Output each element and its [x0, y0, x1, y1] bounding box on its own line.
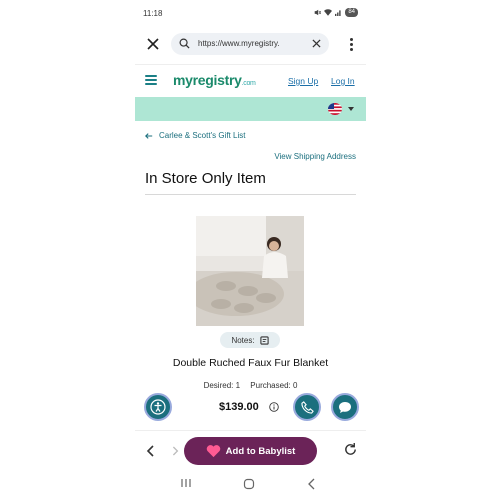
mute-icon	[315, 9, 322, 16]
info-icon[interactable]	[269, 402, 279, 412]
close-tab-icon[interactable]	[145, 36, 161, 52]
country-band	[135, 97, 366, 121]
site-logo[interactable]: myregistry.com	[173, 72, 256, 88]
browser-address-row: https://www.myregistry.	[135, 30, 366, 58]
signal-icon	[335, 10, 341, 16]
back-link-label: Carlee & Scott's Gift List	[159, 131, 246, 140]
view-shipping-address-link[interactable]: View Shipping Address	[274, 152, 356, 161]
add-to-babylist-label: Add to Babylist	[225, 445, 296, 457]
url-field[interactable]: https://www.myregistry.	[171, 33, 329, 55]
home-icon[interactable]	[243, 478, 255, 490]
accessibility-button[interactable]	[144, 393, 172, 421]
back-to-gift-list-link[interactable]: Carlee & Scott's Gift List	[145, 131, 245, 140]
notes-button[interactable]: Notes:	[220, 332, 280, 348]
status-time: 11:18	[143, 9, 163, 18]
us-flag-icon[interactable]	[328, 103, 342, 115]
sign-up-link[interactable]: Sign Up	[288, 76, 318, 86]
search-icon	[179, 38, 190, 49]
clear-url-icon[interactable]	[312, 39, 321, 48]
system-navigation-bar	[135, 474, 366, 494]
phone-icon	[300, 400, 314, 414]
status-bar: 11:18 84	[135, 6, 366, 20]
browser-forward-icon[interactable]	[171, 445, 179, 457]
chevron-down-icon[interactable]	[348, 107, 354, 111]
browser-menu-icon[interactable]	[348, 38, 354, 52]
wifi-icon	[324, 9, 333, 16]
product-counts: Desired: 1 Purchased: 0	[135, 381, 366, 390]
phone-screen: 11:18 84 https://www.myregistry. myregis…	[135, 0, 366, 500]
accessibility-icon	[150, 399, 166, 415]
call-button[interactable]	[293, 393, 321, 421]
site-header: myregistry.com Sign Up Log In	[135, 64, 366, 96]
title-divider	[145, 194, 356, 195]
system-back-icon[interactable]	[307, 478, 317, 490]
product-price: $139.00	[219, 401, 259, 413]
heart-icon	[206, 444, 220, 457]
battery-icon: 84	[345, 8, 358, 17]
hamburger-menu-icon[interactable]	[145, 75, 157, 85]
chat-button[interactable]	[331, 393, 359, 421]
refresh-icon[interactable]	[343, 442, 358, 457]
add-to-babylist-button[interactable]: Add to Babylist	[184, 437, 317, 465]
recent-apps-icon[interactable]	[180, 478, 192, 488]
notes-label: Notes:	[231, 335, 255, 345]
chat-icon	[339, 401, 351, 413]
product-name: Double Ruched Faux Fur Blanket	[172, 357, 329, 369]
notes-icon	[259, 335, 269, 345]
arrow-left-icon	[145, 132, 153, 139]
url-text: https://www.myregistry.	[198, 39, 280, 48]
product-image[interactable]	[196, 216, 304, 326]
browser-bottom-bar: Add to Babylist	[135, 430, 366, 470]
log-in-link[interactable]: Log In	[331, 76, 355, 86]
status-icons: 84	[314, 8, 358, 17]
desired-count: Desired: 1	[203, 381, 241, 390]
browser-back-icon[interactable]	[146, 445, 156, 457]
purchased-count: Purchased: 0	[250, 381, 298, 390]
page-title: In Store Only Item	[145, 170, 266, 187]
